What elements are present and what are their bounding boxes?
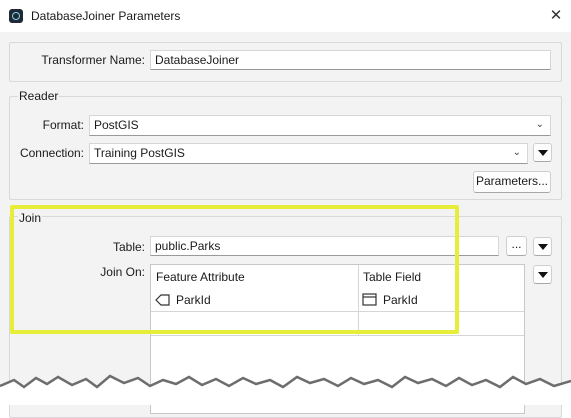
reader-group-title: Reader — [18, 89, 60, 103]
window-title: DatabaseJoiner Parameters — [31, 9, 181, 23]
chevron-down-icon: ⌄ — [512, 147, 521, 158]
transformer-name-input[interactable]: DatabaseJoiner — [150, 50, 551, 70]
format-label: Format: — [42, 118, 84, 132]
format-value: PostGIS — [94, 118, 139, 132]
close-icon[interactable]: ✕ — [546, 6, 566, 26]
transformer-name-label: Transformer Name: — [41, 53, 145, 67]
row-divider — [151, 335, 524, 336]
join-on-menu-button[interactable] — [533, 265, 552, 284]
connection-value: Training PostGIS — [94, 146, 185, 160]
format-dropdown[interactable]: PostGIS ⌄ — [89, 115, 551, 136]
table-browse-button[interactable]: ... — [506, 236, 527, 256]
chevron-down-icon: ⌄ — [535, 119, 544, 130]
app-icon — [9, 9, 23, 23]
dialog-window: DatabaseJoiner Parameters ✕ Transformer … — [0, 0, 571, 418]
join-highlight-box — [10, 205, 459, 334]
table-menu-button[interactable] — [533, 237, 552, 256]
connection-menu-button[interactable] — [533, 143, 552, 162]
parameters-button[interactable]: Parameters... — [473, 171, 551, 193]
connection-dropdown[interactable]: Training PostGIS ⌄ — [89, 143, 528, 164]
connection-label: Connection: — [19, 146, 84, 160]
title-bar: DatabaseJoiner Parameters ✕ — [0, 0, 571, 32]
torn-edge — [0, 374, 571, 405]
